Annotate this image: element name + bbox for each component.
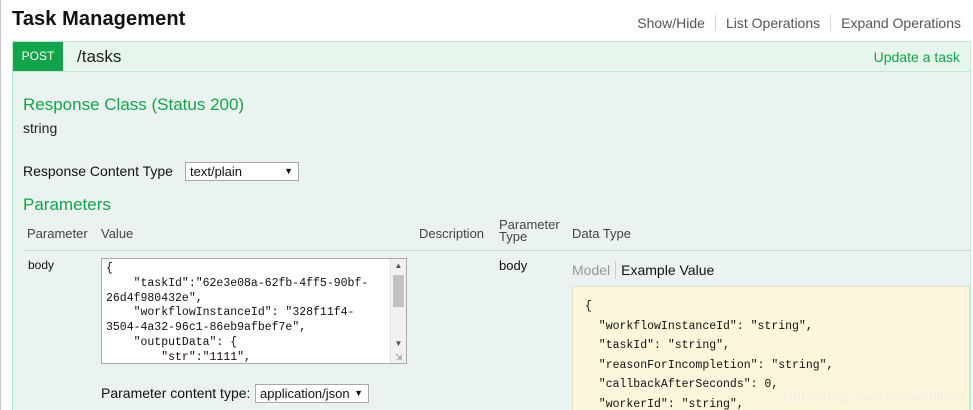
data-type-tabs: Model Example Value xyxy=(572,261,714,279)
parameter-name: body xyxy=(28,258,55,272)
parameters-heading: Parameters xyxy=(23,195,111,214)
resource-operations: Show/Hide List Operations Expand Operati… xyxy=(637,15,961,31)
response-content-type-label: Response Content Type xyxy=(23,163,173,179)
response-content-type-value: text/plain xyxy=(190,164,243,179)
body-value-text[interactable]: { "taskId":"62e3e08a-62fb-4ff5-90bf- 26d… xyxy=(102,259,400,363)
body-value-textarea[interactable]: { "taskId":"62e3e08a-62fb-4ff5-90bf- 26d… xyxy=(101,258,407,364)
column-parameter: Parameter xyxy=(27,226,88,241)
scrollbar-thumb[interactable] xyxy=(393,275,404,307)
operation-heading[interactable]: POST /tasks Update a task xyxy=(13,42,970,72)
dropdown-arrow-icon: ▼ xyxy=(354,388,363,398)
tab-example-value[interactable]: Example Value xyxy=(621,262,714,278)
textarea-scrollbar[interactable]: ▲ ▼ xyxy=(390,259,406,363)
response-model: string xyxy=(23,120,58,136)
list-operations-link[interactable]: List Operations xyxy=(726,15,820,31)
tab-model[interactable]: Model xyxy=(572,262,610,278)
column-value: Value xyxy=(101,226,134,241)
resource-header: Task Management Show/Hide List Operation… xyxy=(0,0,973,41)
swagger-ui: Task Management Show/Hide List Operation… xyxy=(0,0,973,410)
resource-title[interactable]: Task Management xyxy=(12,8,185,31)
parameter-content-type-label: Parameter content type: xyxy=(101,385,251,401)
expand-operations-link[interactable]: Expand Operations xyxy=(841,15,961,31)
watermark: https://blog.csdn.net/wh09091 xyxy=(783,389,965,404)
scroll-up-icon[interactable]: ▲ xyxy=(391,259,406,273)
response-content-type-select[interactable]: text/plain ▼ xyxy=(185,162,299,181)
parameter-type-value: body xyxy=(499,258,528,273)
parameters-table-header: Parameter Value Description Parameter Ty… xyxy=(23,218,972,251)
parameter-content-type-select[interactable]: application/json ▼ xyxy=(255,384,369,403)
parameter-content-type-value: application/json xyxy=(260,386,350,401)
operation-summary[interactable]: Update a task xyxy=(874,49,960,65)
divider xyxy=(830,15,832,31)
resize-grip-icon[interactable]: ⇲ xyxy=(395,352,405,362)
http-method-badge[interactable]: POST xyxy=(13,42,63,71)
left-border xyxy=(0,0,1,410)
response-class-heading: Response Class (Status 200) xyxy=(23,95,245,114)
divider xyxy=(615,261,617,279)
show-hide-link[interactable]: Show/Hide xyxy=(637,15,705,31)
column-parameter-type: Parameter Type xyxy=(499,218,560,244)
scroll-down-icon[interactable]: ▼ xyxy=(391,337,406,351)
divider xyxy=(714,15,716,31)
operation-post-tasks: POST /tasks Update a task Response Class… xyxy=(12,41,972,410)
operation-path[interactable]: /tasks xyxy=(77,47,121,67)
dropdown-arrow-icon: ▼ xyxy=(284,166,293,176)
column-data-type: Data Type xyxy=(572,226,632,241)
column-description: Description xyxy=(419,226,485,241)
column-parameter-type-line2: Type xyxy=(499,229,528,244)
